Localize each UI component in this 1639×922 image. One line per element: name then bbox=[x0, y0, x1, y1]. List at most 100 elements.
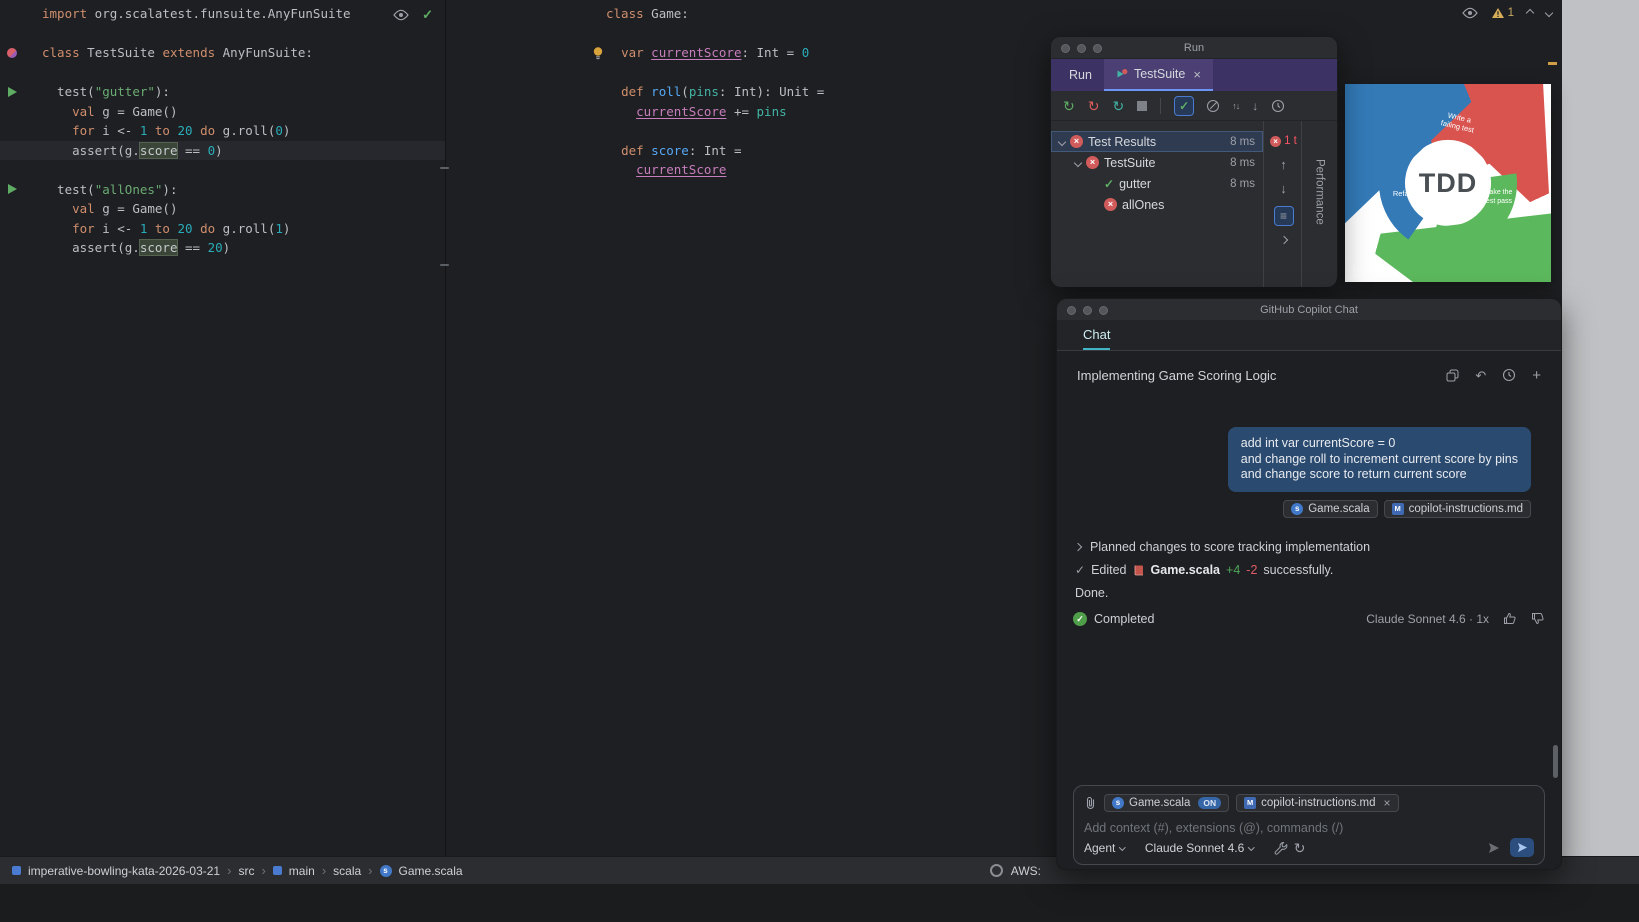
code-token: test( bbox=[42, 182, 95, 197]
aws-status[interactable]: AWS: bbox=[990, 864, 1041, 878]
code-line[interactable] bbox=[446, 24, 1562, 44]
breadcrumb-item[interactable]: Game.scala bbox=[399, 864, 463, 878]
test-tree-row[interactable]: ✓gutter8 ms bbox=[1051, 173, 1263, 194]
model-select[interactable]: Claude Sonnet 4.6 bbox=[1145, 841, 1254, 855]
code-text: var currentScore: Int = 0 bbox=[606, 43, 809, 63]
chevron-right-icon[interactable] bbox=[1074, 542, 1082, 550]
highlighting-eye-icon[interactable] bbox=[1462, 7, 1478, 19]
performance-tab[interactable]: Performance bbox=[1301, 121, 1337, 287]
show-ignored-icon[interactable] bbox=[1207, 100, 1219, 112]
edited-file-name[interactable]: Game.scala bbox=[1151, 563, 1221, 577]
secondary-send-icon[interactable] bbox=[1488, 842, 1500, 854]
warning-stripe-mark[interactable] bbox=[1548, 62, 1557, 65]
context-on-badge[interactable]: ON bbox=[1198, 797, 1221, 809]
edited-suffix: successfully. bbox=[1263, 563, 1333, 577]
attachment-chip[interactable]: sGame.scala bbox=[1283, 500, 1377, 518]
thumbs-down-icon[interactable] bbox=[1531, 612, 1545, 625]
rerun-tests-icon[interactable]: ↻ bbox=[1063, 99, 1075, 113]
chat-history-icon[interactable] bbox=[1502, 368, 1516, 382]
code-line[interactable]: for i <- 1 to 20 do g.roll(0) bbox=[0, 121, 445, 141]
undo-icon[interactable]: ↶ bbox=[1475, 369, 1486, 382]
tab-run[interactable]: Run bbox=[1057, 59, 1104, 91]
refresh-icon[interactable]: ↻ bbox=[1294, 841, 1306, 855]
history-icon[interactable] bbox=[1271, 99, 1285, 113]
code-line[interactable]: val g = Game() bbox=[0, 199, 445, 219]
code-line[interactable] bbox=[0, 63, 445, 83]
run-class-gutter-icon[interactable] bbox=[7, 48, 17, 58]
splitter-grip[interactable] bbox=[440, 264, 449, 266]
attachment-chip[interactable]: Mcopilot-instructions.md× bbox=[1236, 794, 1398, 812]
test-tree-row[interactable]: ×Test Results8 ms bbox=[1051, 131, 1263, 152]
editor-splitter[interactable] bbox=[445, 0, 446, 856]
attach-icon[interactable] bbox=[1084, 796, 1097, 810]
prev-problem-icon[interactable] bbox=[1526, 9, 1534, 17]
previous-failed-test-icon[interactable]: ↑ bbox=[1280, 158, 1287, 171]
chat-scrollbar[interactable] bbox=[1553, 745, 1558, 778]
copy-thread-icon[interactable] bbox=[1446, 369, 1459, 382]
chat-input-box[interactable]: sGame.scalaONMcopilot-instructions.md× A… bbox=[1073, 785, 1545, 865]
code-line[interactable]: var currentScore: Int = 0 bbox=[446, 43, 1562, 63]
attachment-name: copilot-instructions.md bbox=[1261, 797, 1375, 809]
code-line[interactable]: test("gutter"): bbox=[0, 82, 445, 102]
code-token: 0 bbox=[802, 45, 810, 60]
intention-bulb-icon[interactable] bbox=[592, 46, 604, 60]
run-test-gutter-icon[interactable] bbox=[8, 87, 17, 97]
warning-count-widget[interactable]: 1 bbox=[1491, 7, 1514, 19]
breadcrumb-item[interactable]: src bbox=[238, 864, 254, 878]
code-line[interactable]: test("allOnes"): bbox=[0, 180, 445, 200]
tab-testsuite[interactable]: TestSuite × bbox=[1104, 59, 1213, 91]
chevron-down-icon[interactable] bbox=[1074, 158, 1082, 166]
stop-icon[interactable] bbox=[1137, 101, 1147, 111]
chevron-down-icon[interactable] bbox=[1058, 137, 1066, 145]
run-with-coverage-icon[interactable]: ↻ bbox=[1112, 99, 1124, 113]
code-line[interactable]: val g = Game() bbox=[0, 102, 445, 122]
code-line[interactable]: class Game: bbox=[446, 4, 1562, 24]
code-line[interactable] bbox=[446, 63, 1562, 83]
code-line[interactable]: import org.scalatest.funsuite.AnyFunSuit… bbox=[0, 4, 445, 24]
chat-window-titlebar[interactable]: GitHub Copilot Chat bbox=[1057, 299, 1561, 321]
highlighting-eye-icon[interactable] bbox=[393, 9, 409, 21]
show-passed-toggle[interactable]: ✓ bbox=[1174, 96, 1194, 116]
sort-icon[interactable]: ↑↓ bbox=[1232, 101, 1239, 111]
run-window-titlebar[interactable]: Run bbox=[1051, 37, 1337, 59]
import-test-results-icon[interactable]: ↓ bbox=[1252, 100, 1258, 112]
attachment-chip[interactable]: sGame.scalaON bbox=[1104, 794, 1229, 812]
new-chat-icon[interactable]: + bbox=[1532, 368, 1541, 383]
tab-chat[interactable]: Chat bbox=[1083, 321, 1110, 350]
code-line[interactable]: class TestSuite extends AnyFunSuite: bbox=[0, 43, 445, 63]
breadcrumb-item[interactable]: imperative-bowling-kata-2026-03-21 bbox=[28, 864, 220, 878]
close-tab-icon[interactable]: × bbox=[1193, 67, 1201, 82]
attachment-name: Game.scala bbox=[1308, 503, 1369, 515]
agent-mode-select[interactable]: Agent bbox=[1084, 841, 1125, 855]
breadcrumb-item[interactable]: scala bbox=[333, 864, 361, 878]
thumbs-up-icon[interactable] bbox=[1503, 612, 1517, 625]
gutter bbox=[446, 141, 606, 161]
breadcrumb-item[interactable]: main bbox=[289, 864, 315, 878]
send-button[interactable] bbox=[1510, 838, 1534, 857]
scala-file-icon: s bbox=[1112, 797, 1124, 809]
run-test-gutter-icon[interactable] bbox=[8, 184, 17, 194]
splitter-grip[interactable] bbox=[440, 167, 449, 169]
code-line[interactable]: assert(g.score == 20) bbox=[0, 238, 445, 258]
code-line[interactable] bbox=[0, 24, 445, 44]
code-line[interactable] bbox=[0, 160, 445, 180]
window-controls[interactable] bbox=[1067, 306, 1108, 315]
next-problem-icon[interactable] bbox=[1545, 9, 1553, 17]
rerun-failed-tests-icon[interactable]: ↻ bbox=[1088, 99, 1100, 113]
next-failed-test-icon[interactable]: ↓ bbox=[1280, 182, 1287, 195]
test-tree-row[interactable]: ×TestSuite8 ms bbox=[1051, 152, 1263, 173]
code-line[interactable]: assert(g.score == 0) bbox=[0, 141, 445, 161]
chat-input[interactable]: Add context (#), extensions (@), command… bbox=[1084, 821, 1534, 835]
planned-changes-row[interactable]: Planned changes to score tracking implem… bbox=[1057, 540, 1561, 554]
no-problems-icon[interactable]: ✓ bbox=[422, 7, 433, 23]
code-line[interactable]: for i <- 1 to 20 do g.roll(1) bbox=[0, 219, 445, 239]
remove-attachment-icon[interactable]: × bbox=[1384, 796, 1391, 810]
test-tree-row[interactable]: ×allOnes bbox=[1051, 194, 1263, 215]
filter-tests-icon[interactable]: ≡ bbox=[1274, 206, 1294, 226]
attachment-chip[interactable]: Mcopilot-instructions.md bbox=[1384, 500, 1531, 518]
tools-icon[interactable] bbox=[1274, 841, 1288, 855]
code-token: class bbox=[42, 45, 80, 60]
window-controls[interactable] bbox=[1061, 44, 1102, 53]
expand-panel-icon[interactable] bbox=[1279, 236, 1287, 244]
chevron-down-icon bbox=[1119, 844, 1125, 850]
